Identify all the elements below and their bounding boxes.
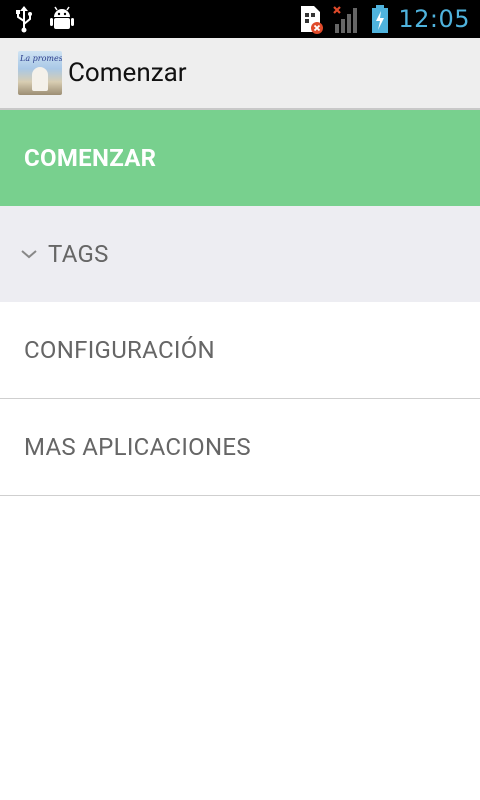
status-time: 12:05 (398, 5, 470, 33)
app-logo[interactable]: La promesa (18, 51, 62, 95)
menu-item-configuracion[interactable]: CONFIGURACIÓN (0, 302, 480, 399)
menu-item-label: MAS APLICACIONES (24, 433, 251, 461)
menu-item-label: COMENZAR (24, 144, 157, 172)
usb-icon (14, 5, 34, 33)
sim-card-error-icon (298, 4, 324, 34)
action-bar-title: Comenzar (68, 58, 187, 88)
status-bar: 12:05 (0, 0, 480, 38)
menu-item-label: CONFIGURACIÓN (24, 336, 215, 364)
logo-figure (32, 67, 48, 91)
action-bar: La promesa Comenzar (0, 38, 480, 110)
navigation-menu: COMENZAR TAGS CONFIGURACIÓN MAS APLICACI… (0, 110, 480, 496)
android-debug-icon (48, 5, 76, 33)
signal-no-service-icon (332, 4, 362, 34)
menu-item-comenzar[interactable]: COMENZAR (0, 110, 480, 206)
battery-charging-icon (370, 4, 390, 34)
menu-item-tags[interactable]: TAGS (0, 206, 480, 302)
menu-item-mas-aplicaciones[interactable]: MAS APLICACIONES (0, 399, 480, 496)
menu-item-label: TAGS (48, 240, 109, 268)
logo-text: La promesa (20, 54, 62, 63)
chevron-down-icon (20, 245, 38, 263)
